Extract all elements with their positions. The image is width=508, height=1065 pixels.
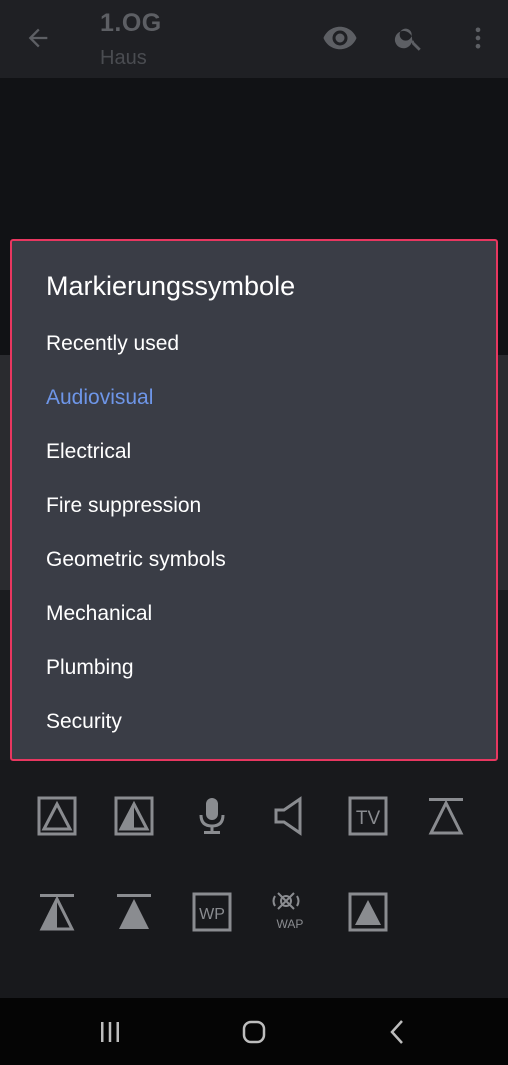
category-fire-suppression[interactable]: Fire suppression [46, 491, 466, 521]
projector-filled-icon [117, 894, 151, 929]
back-arrow-icon [28, 28, 48, 48]
screen-triangle-icon [37, 796, 77, 836]
more-options-button[interactable] [458, 18, 498, 58]
category-electrical[interactable]: Electrical [46, 437, 466, 467]
home-button[interactable] [234, 1012, 274, 1052]
back-icon [390, 1020, 403, 1044]
symbol-screen-filled-triangle[interactable] [344, 888, 392, 936]
recents-button[interactable] [90, 1012, 130, 1052]
system-back-button[interactable] [378, 1012, 418, 1052]
back-button[interactable] [16, 16, 60, 60]
page-subtitle: Haus [100, 47, 147, 69]
speaker-icon [274, 796, 302, 836]
symbol-screen-half-triangle[interactable] [110, 792, 158, 840]
dialog-title: Markierungssymbole [46, 271, 296, 301]
wap-icon: WAP [272, 892, 304, 931]
category-recently-used[interactable]: Recently used [46, 329, 466, 359]
app-bar: 1.OG Haus [0, 0, 508, 78]
symbol-wp[interactable]: WP [188, 888, 236, 936]
tv-label: TV [356, 808, 381, 829]
wap-label: WAP [277, 917, 304, 931]
page-title: 1.OG [100, 9, 162, 37]
search-button[interactable] [389, 18, 429, 58]
tv-icon: TV [348, 796, 388, 836]
wp-label: WP [199, 906, 225, 923]
category-audiovisual[interactable]: Audiovisual [46, 383, 466, 413]
symbol-tv[interactable]: TV [344, 792, 392, 840]
projector-half-filled-icon [39, 894, 75, 931]
search-icon [394, 28, 421, 51]
eye-icon [323, 26, 357, 50]
category-mechanical[interactable]: Mechanical [46, 599, 466, 629]
symbol-projector-triangle[interactable] [422, 792, 470, 840]
category-geometric-symbols[interactable]: Geometric symbols [46, 545, 466, 575]
category-plumbing[interactable]: Plumbing [46, 653, 466, 683]
home-icon [242, 1020, 266, 1044]
symbol-category-dialog: Markierungssymbole Recently used Audiovi… [10, 239, 498, 761]
symbol-projector-half-filled[interactable] [33, 888, 81, 936]
symbol-microphone[interactable] [188, 792, 236, 840]
symbol-wap[interactable]: WAP [266, 888, 314, 936]
category-security[interactable]: Security [46, 707, 466, 737]
system-nav-bar [0, 998, 508, 1065]
projector-triangle-icon [428, 798, 464, 835]
screen-half-triangle-icon [114, 796, 154, 836]
symbol-projector-filled[interactable] [110, 888, 158, 936]
visibility-button[interactable] [320, 18, 360, 58]
screen-filled-triangle-icon [348, 892, 388, 932]
recents-icon [101, 1022, 119, 1042]
more-vert-icon [475, 27, 481, 49]
microphone-icon [199, 798, 225, 834]
symbol-speaker[interactable] [266, 792, 314, 840]
symbol-grid: TV WP WAP [0, 760, 508, 998]
wp-icon: WP [192, 892, 232, 932]
symbol-screen-triangle[interactable] [33, 792, 81, 840]
